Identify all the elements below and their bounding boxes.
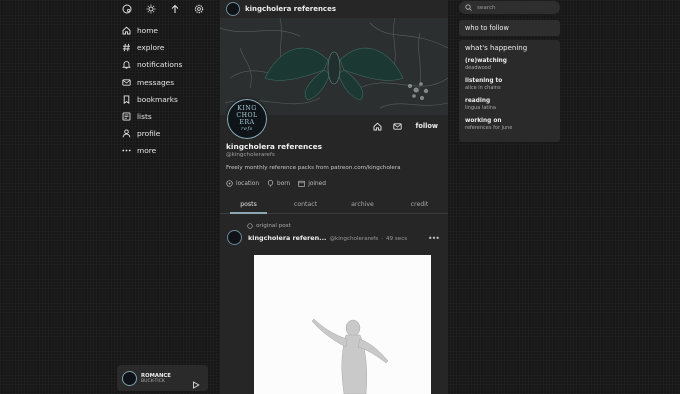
- profile-name: kingcholera references: [226, 142, 323, 151]
- profile-header-bar: kingcholera references: [220, 0, 448, 18]
- whats-happening-panel: what's happening (re)watching deadwood l…: [459, 40, 560, 142]
- post-avatar[interactable]: [227, 230, 242, 245]
- sidebar-item-bookmarks[interactable]: bookmarks: [121, 91, 182, 108]
- follow-button[interactable]: follow: [415, 122, 438, 130]
- sidebar-item-label: lists: [137, 112, 152, 122]
- avatar-logo-line: CHOL: [236, 112, 258, 119]
- profile-actions: follow: [371, 120, 438, 132]
- who-to-follow-panel[interactable]: who to follow: [459, 20, 560, 36]
- profile-avatar[interactable]: KING CHOL ERA refs: [225, 97, 269, 141]
- track-title: ROMANCE: [141, 372, 171, 379]
- bell-icon: [121, 60, 131, 70]
- sidebar-nav: home explore notifications messages book…: [121, 22, 182, 160]
- tab-credit[interactable]: credit: [391, 196, 448, 213]
- calendar-icon: [298, 180, 305, 187]
- track-info: ROMANCE BUCK-TICK: [141, 373, 171, 384]
- tab-posts[interactable]: posts: [220, 196, 277, 214]
- sidebar-item-lists[interactable]: lists: [121, 108, 182, 125]
- item-value: lingua latina: [465, 105, 496, 111]
- bookmark-icon: [121, 94, 131, 104]
- avatar-logo-line: KING: [237, 105, 257, 112]
- arrow-up-icon[interactable]: [169, 3, 181, 15]
- tab-contact[interactable]: contact: [277, 196, 334, 213]
- sidebar-item-label: notifications: [137, 60, 183, 70]
- gear-icon[interactable]: [193, 3, 205, 15]
- hash-icon: [121, 43, 131, 53]
- post-author[interactable]: kingcholera referen...: [248, 234, 326, 242]
- track-artist: BUCK-TICK: [141, 378, 165, 384]
- palette-icon[interactable]: [121, 3, 133, 15]
- list-item: listening to alice in chains: [465, 77, 554, 92]
- sidebar-item-label: profile: [137, 129, 161, 139]
- sidebar-item-profile[interactable]: profile: [121, 125, 182, 142]
- joined-meta: joined: [298, 180, 326, 187]
- list-icon: [121, 112, 131, 122]
- home-icon: [121, 26, 131, 36]
- music-player[interactable]: ROMANCE BUCK-TICK: [117, 365, 208, 391]
- more-options-icon[interactable]: •••: [428, 234, 440, 243]
- home-icon[interactable]: [371, 120, 383, 132]
- post-time: 49 secs: [385, 236, 408, 242]
- profile-meta: location born joined: [226, 180, 326, 187]
- list-item: working on references for june: [465, 117, 554, 132]
- post-handle: @kingcholerarefs: [329, 236, 379, 242]
- sidebar-item-notifications[interactable]: notifications: [121, 56, 182, 73]
- born-meta: born: [267, 180, 290, 187]
- dots-icon: [121, 146, 131, 156]
- search-input[interactable]: [477, 4, 557, 11]
- profile-column: kingcholera references KING CHOL ERA ref…: [220, 0, 448, 394]
- profile-handle: @kingcholerarefs: [226, 152, 275, 158]
- header-avatar[interactable]: [226, 2, 240, 16]
- item-key: reading: [465, 98, 491, 104]
- location-meta: location: [226, 180, 259, 187]
- post-separator: ·: [381, 236, 383, 242]
- item-key: (re)watching: [465, 58, 507, 64]
- list-item: reading lingua latina: [465, 97, 554, 112]
- sidebar-item-more[interactable]: more: [121, 142, 182, 159]
- balloon-icon: [267, 180, 274, 187]
- location-text: location: [236, 180, 260, 187]
- top-toolbar: [121, 3, 205, 15]
- search-bar[interactable]: [459, 1, 560, 14]
- sidebar-item-home[interactable]: home: [121, 22, 182, 39]
- post-image[interactable]: [254, 255, 431, 394]
- play-icon[interactable]: [192, 374, 200, 393]
- user-icon: [121, 129, 131, 139]
- born-text: born: [277, 180, 291, 187]
- sidebar-item-messages[interactable]: messages: [121, 74, 182, 91]
- item-value: references for june: [465, 125, 513, 131]
- profile-tabs: posts contact archive credit: [220, 196, 448, 214]
- repost-label: original post: [247, 223, 291, 229]
- avatar-logo-line: refs: [241, 126, 253, 132]
- tab-archive[interactable]: archive: [334, 196, 391, 213]
- mail-icon: [121, 77, 131, 87]
- sidebar-item-label: more: [137, 146, 157, 156]
- list-item: (re)watching deadwood: [465, 57, 554, 72]
- search-icon: [465, 4, 472, 11]
- item-value: alice in chains: [465, 85, 501, 91]
- panel-title: what's happening: [465, 44, 528, 52]
- album-cover: [122, 370, 137, 386]
- location-icon: [226, 180, 233, 187]
- sun-icon[interactable]: [145, 3, 157, 15]
- repost-text: original post: [256, 223, 291, 229]
- sidebar-item-label: messages: [137, 77, 175, 87]
- item-key: working on: [465, 118, 502, 124]
- header-title: kingcholera references: [245, 5, 336, 13]
- pin-icon: [247, 223, 253, 229]
- item-key: listening to: [465, 78, 503, 84]
- sidebar-item-label: explore: [137, 43, 165, 53]
- post-header: kingcholera referen... @kingcholerarefs …: [248, 234, 407, 242]
- joined-text: joined: [308, 180, 326, 187]
- sidebar-item-label: home: [137, 26, 158, 36]
- sidebar-item-explore[interactable]: explore: [121, 39, 182, 56]
- avatar-logo-line: ERA: [239, 119, 255, 126]
- sidebar-item-label: bookmarks: [137, 94, 178, 104]
- profile-bio: Freely monthly reference packs from patr…: [226, 165, 401, 171]
- item-value: deadwood: [465, 65, 491, 71]
- mail-icon[interactable]: [391, 120, 403, 132]
